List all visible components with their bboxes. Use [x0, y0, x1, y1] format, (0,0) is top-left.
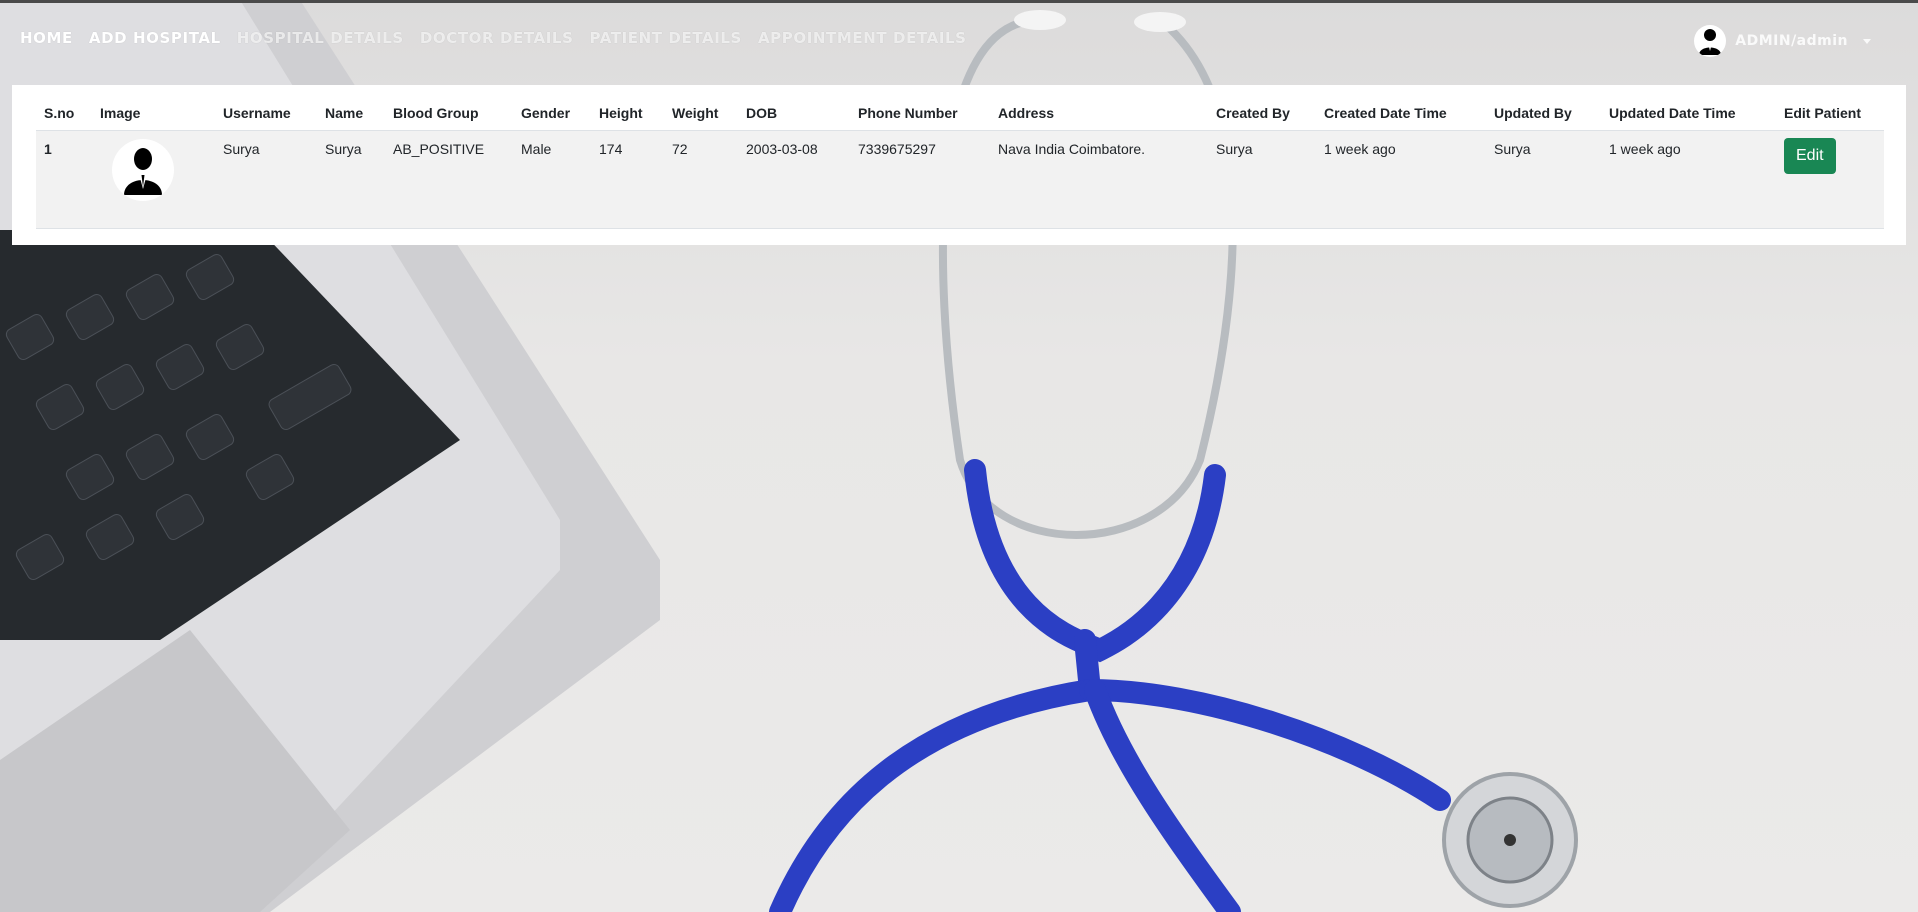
header-blood-group: Blood Group — [385, 96, 513, 131]
nav-links: HOME ADD HOSPITAL HOSPITAL DETAILS DOCTO… — [20, 29, 967, 47]
nav-add-hospital[interactable]: ADD HOSPITAL — [89, 29, 221, 47]
header-dob: DOB — [738, 96, 850, 131]
header-image: Image — [92, 96, 215, 131]
header-gender: Gender — [513, 96, 591, 131]
header-sno: S.no — [36, 96, 92, 131]
header-phone-number: Phone Number — [850, 96, 990, 131]
cell-dob: 2003-03-08 — [738, 130, 850, 229]
table-header-row: S.no Image Username Name Blood Group Gen… — [36, 96, 1884, 131]
nav-doctor-details[interactable]: DOCTOR DETAILS — [420, 29, 574, 47]
cell-updated-date-time: 1 week ago — [1601, 130, 1776, 229]
header-updated-by: Updated By — [1486, 96, 1601, 131]
cell-username: Surya — [215, 130, 317, 229]
cell-updated-by: Surya — [1486, 130, 1601, 229]
caret-down-icon — [1863, 38, 1871, 44]
cell-address: Nava India Coimbatore. — [990, 130, 1208, 229]
cell-name: Surya — [317, 130, 385, 229]
patient-avatar-icon — [112, 139, 174, 201]
cell-weight: 72 — [664, 130, 738, 229]
main-navbar: HOME ADD HOSPITAL HOSPITAL DETAILS DOCTO… — [0, 3, 1918, 73]
header-created-date-time: Created Date Time — [1316, 96, 1486, 131]
header-created-by: Created By — [1208, 96, 1316, 131]
cell-created-by: Surya — [1208, 130, 1316, 229]
header-username: Username — [215, 96, 317, 131]
header-address: Address — [990, 96, 1208, 131]
cell-image — [92, 130, 215, 229]
cell-blood-group: AB_POSITIVE — [385, 130, 513, 229]
nav-home[interactable]: HOME — [20, 29, 73, 47]
header-updated-date-time: Updated Date Time — [1601, 96, 1776, 131]
edit-patient-button[interactable]: Edit — [1784, 138, 1836, 174]
nav-appointment-details[interactable]: APPOINTMENT DETAILS — [758, 29, 967, 47]
cell-phone-number: 7339675297 — [850, 130, 990, 229]
user-name: ADMIN/admin — [1735, 33, 1848, 49]
nav-patient-details[interactable]: PATIENT DETAILS — [590, 29, 742, 47]
cell-height: 174 — [591, 130, 664, 229]
header-edit-patient: Edit Patient — [1776, 96, 1884, 131]
cell-created-date-time: 1 week ago — [1316, 130, 1486, 229]
user-avatar-icon — [1694, 25, 1727, 57]
cell-sno: 1 — [36, 130, 92, 229]
patient-table: S.no Image Username Name Blood Group Gen… — [36, 96, 1884, 229]
header-weight: Weight — [664, 96, 738, 131]
cell-gender: Male — [513, 130, 591, 229]
user-menu-dropdown[interactable]: ADMIN/admin — [1694, 25, 1871, 57]
header-height: Height — [591, 96, 664, 131]
nav-hospital-details[interactable]: HOSPITAL DETAILS — [237, 29, 404, 47]
patient-table-panel: S.no Image Username Name Blood Group Gen… — [12, 85, 1906, 245]
table-row: 1 Surya Surya AB_POSITIVE Male 174 72 20… — [36, 130, 1884, 229]
cell-edit: Edit — [1776, 130, 1884, 229]
header-name: Name — [317, 96, 385, 131]
